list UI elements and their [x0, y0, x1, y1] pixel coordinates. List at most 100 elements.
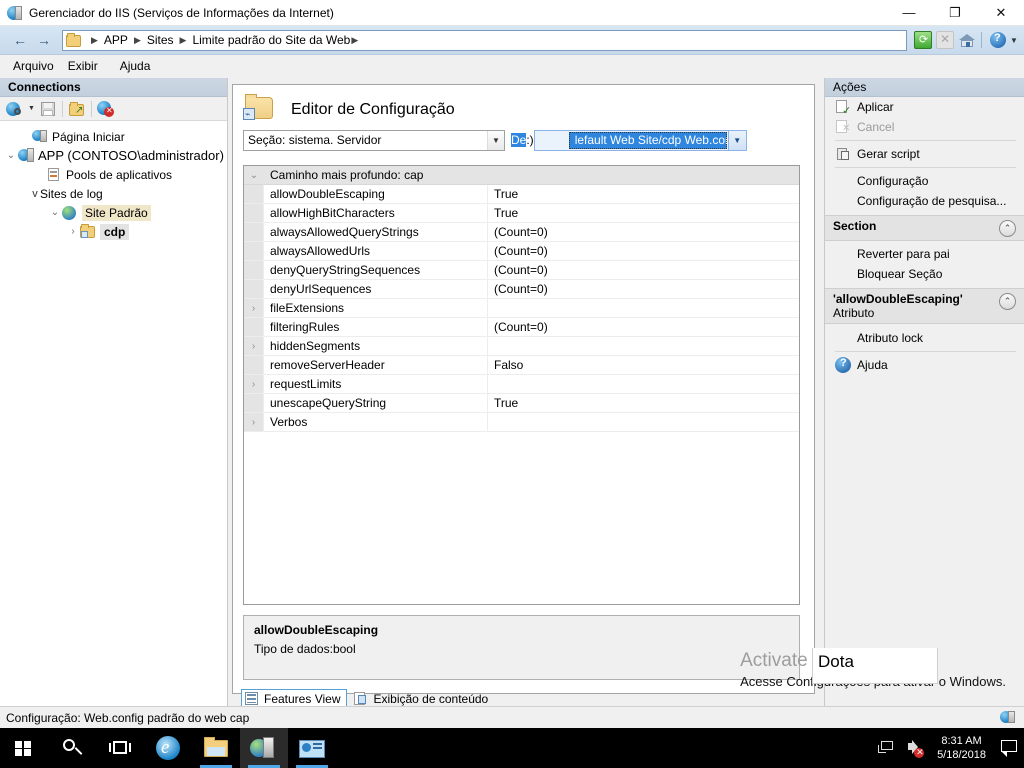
iis-manager-button[interactable]: [240, 728, 288, 768]
grid-group-header-row[interactable]: ⌄ Caminho mais profundo: cap: [244, 166, 799, 185]
chevron-down-icon[interactable]: ▼: [487, 130, 504, 150]
breadcrumb-item-default-site[interactable]: Limite padrão do Site da Web: [192, 33, 350, 47]
refresh-icon[interactable]: ⟳: [913, 30, 933, 50]
property-value[interactable]: [488, 337, 799, 355]
row-expander-icon[interactable]: ›: [244, 299, 264, 317]
property-value[interactable]: [488, 299, 799, 317]
network-icon[interactable]: [877, 728, 903, 768]
table-row[interactable]: alwaysAllowedQueryStrings (Count=0): [244, 223, 799, 242]
row-expander-icon[interactable]: [244, 356, 264, 374]
row-expander-icon[interactable]: [244, 204, 264, 222]
action-reverter-para-pai[interactable]: Reverter para pai: [825, 244, 1024, 264]
tree-node-app-pools[interactable]: Pools de aplicativos: [4, 165, 227, 184]
tree-chevron[interactable]: v: [30, 188, 40, 200]
help-icon[interactable]: ?: [988, 30, 1008, 50]
volume-muted-icon[interactable]: ✕: [903, 728, 929, 768]
action-configuracao[interactable]: Configuração: [825, 171, 1024, 191]
row-expander-icon[interactable]: ›: [244, 337, 264, 355]
tree-chevron[interactable]: ⌄: [4, 150, 18, 161]
action-center-icon[interactable]: [994, 728, 1024, 768]
table-row[interactable]: denyUrlSequences (Count=0): [244, 280, 799, 299]
tree-chevron[interactable]: ⌄: [48, 207, 62, 218]
property-value[interactable]: True: [488, 394, 799, 412]
property-value[interactable]: (Count=0): [488, 242, 799, 260]
menu-item-ajuda[interactable]: Ajuda: [113, 57, 158, 75]
action-aplicar[interactable]: ✓ Aplicar: [825, 97, 1024, 117]
connect-to-icon[interactable]: [5, 99, 25, 119]
property-value[interactable]: (Count=0): [488, 223, 799, 241]
help-dropdown-icon[interactable]: ▼: [1008, 36, 1020, 45]
table-row[interactable]: removeServerHeader Falso: [244, 356, 799, 375]
table-row[interactable]: › hiddenSegments: [244, 337, 799, 356]
breadcrumb-item-app[interactable]: APP: [104, 33, 128, 47]
actions-group-section[interactable]: Section ⌃: [825, 215, 1024, 241]
table-row[interactable]: alwaysAllowedUrls (Count=0): [244, 242, 799, 261]
chevron-up-icon[interactable]: ⌃: [999, 220, 1016, 237]
property-value[interactable]: Falso: [488, 356, 799, 374]
actions-group-attribute[interactable]: 'allowDoubleEscaping' Atributo ⌃: [825, 288, 1024, 324]
chevron-up-icon[interactable]: ⌃: [999, 293, 1016, 310]
table-row[interactable]: allowDoubleEscaping True: [244, 185, 799, 204]
row-expander-icon[interactable]: [244, 185, 264, 203]
table-row[interactable]: filteringRules (Count=0): [244, 318, 799, 337]
from-combo-value[interactable]: lefault Web Site/cdp Web.config: [568, 131, 727, 149]
tree-node-default-site[interactable]: ⌄ Site Padrão: [4, 203, 227, 222]
action-bloquear-secao[interactable]: Bloquear Seção: [825, 264, 1024, 284]
open-connection-icon[interactable]: ↗: [67, 99, 87, 119]
menu-item-arquivo[interactable]: Arquivo: [6, 57, 61, 75]
table-row[interactable]: › requestLimits: [244, 375, 799, 394]
action-ajuda[interactable]: ? Ajuda: [825, 355, 1024, 375]
start-button[interactable]: [0, 728, 48, 768]
menu-item-exibir[interactable]: Exibir: [61, 57, 105, 75]
connections-tree[interactable]: Página Iniciar ⌄ APP (CONTOSO\administra…: [0, 121, 227, 706]
restore-button[interactable]: ❐: [932, 0, 978, 26]
breadcrumb-trailing-arrow[interactable]: ▶: [351, 35, 358, 46]
property-value[interactable]: (Count=0): [488, 318, 799, 336]
file-explorer-button[interactable]: [192, 728, 240, 768]
table-row[interactable]: denyQueryStringSequences (Count=0): [244, 261, 799, 280]
server-manager-button[interactable]: [288, 728, 336, 768]
table-row[interactable]: › fileExtensions: [244, 299, 799, 318]
breadcrumb-item-sites[interactable]: Sites: [147, 33, 174, 47]
tree-node-pagina-inicial[interactable]: Página Iniciar: [4, 127, 227, 146]
property-value[interactable]: True: [488, 204, 799, 222]
back-button[interactable]: ←: [8, 29, 32, 51]
row-expander-icon[interactable]: [244, 318, 264, 336]
close-button[interactable]: ✕: [978, 0, 1024, 26]
chevron-down-icon[interactable]: ▼: [727, 130, 746, 150]
action-configuracao-de-pesquisa[interactable]: Configuração de pesquisa...: [825, 191, 1024, 211]
property-value[interactable]: (Count=0): [488, 280, 799, 298]
tree-chevron[interactable]: ›: [66, 226, 80, 237]
collapse-chevron-icon[interactable]: ⌄: [244, 166, 264, 184]
task-view-button[interactable]: [96, 728, 144, 768]
breadcrumb[interactable]: ▶ APP ▶ Sites ▶ Limite padrão do Site da…: [62, 29, 907, 51]
section-combo[interactable]: Seção: sistema. Servidor ▼: [243, 129, 505, 151]
tree-node-sites[interactable]: v Sites de log: [4, 184, 227, 203]
property-value[interactable]: (Count=0): [488, 261, 799, 279]
connect-to-dropdown-icon[interactable]: ▼: [27, 105, 36, 112]
minimize-button[interactable]: —: [886, 0, 932, 26]
table-row[interactable]: allowHighBitCharacters True: [244, 204, 799, 223]
row-expander-icon[interactable]: [244, 280, 264, 298]
row-expander-icon[interactable]: [244, 261, 264, 279]
action-gerar-script[interactable]: Gerar script: [825, 144, 1024, 164]
tree-node-cdp[interactable]: › cdp: [4, 222, 227, 241]
row-expander-icon[interactable]: [244, 223, 264, 241]
action-atributo-lock[interactable]: Atributo lock: [825, 328, 1024, 348]
delete-connection-icon[interactable]: ✕: [96, 99, 116, 119]
row-expander-icon[interactable]: [244, 394, 264, 412]
row-expander-icon[interactable]: [244, 242, 264, 260]
forward-button[interactable]: →: [32, 29, 56, 51]
property-value[interactable]: [488, 375, 799, 393]
tree-node-app[interactable]: ⌄ APP (CONTOSO\administrador): [4, 146, 227, 165]
property-grid[interactable]: ⌄ Caminho mais profundo: cap allowDouble…: [243, 165, 800, 605]
row-expander-icon[interactable]: ›: [244, 375, 264, 393]
property-value[interactable]: True: [488, 185, 799, 203]
property-value[interactable]: [488, 413, 799, 431]
home-icon[interactable]: [957, 30, 977, 50]
table-row[interactable]: › Verbos: [244, 413, 799, 432]
row-expander-icon[interactable]: ›: [244, 413, 264, 431]
table-row[interactable]: unescapeQueryString True: [244, 394, 799, 413]
clock[interactable]: 8:31 AM 5/18/2018: [929, 734, 994, 762]
from-combo[interactable]: lefault Web Site/cdp Web.config ▼: [533, 129, 747, 151]
